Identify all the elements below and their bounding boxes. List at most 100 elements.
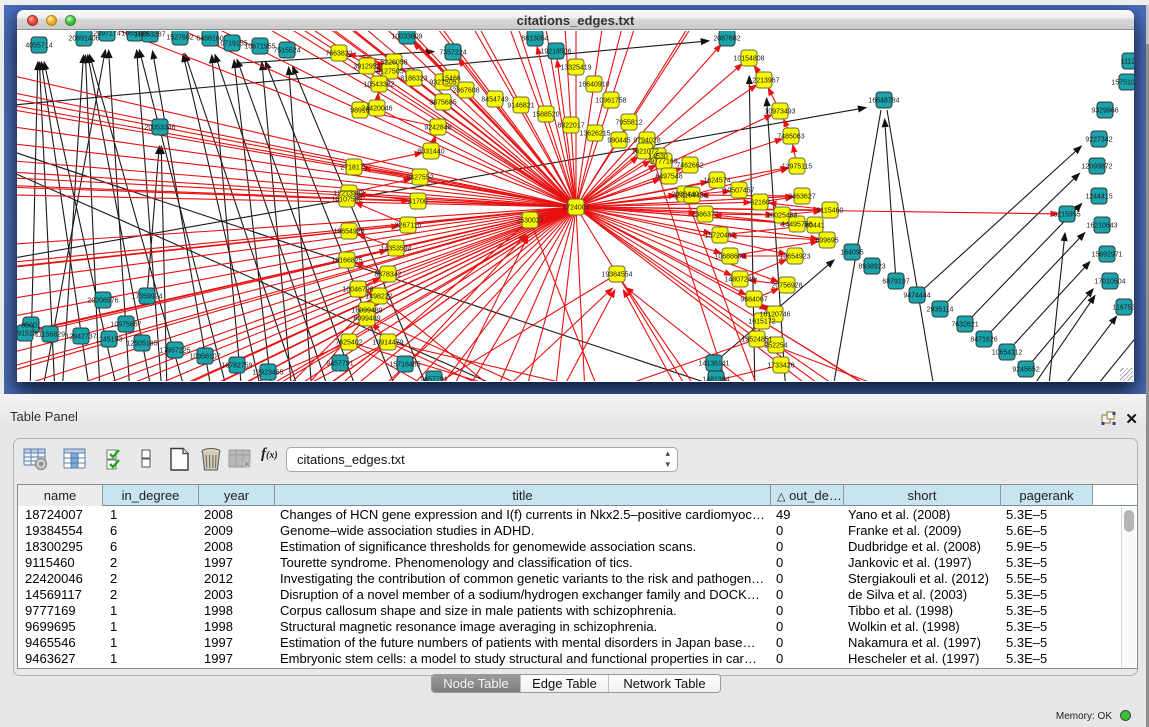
svg-text:15751074: 15751074 <box>1111 80 1134 87</box>
svg-text:14136141: 14136141 <box>698 361 729 368</box>
svg-text:1498222: 1498222 <box>365 294 392 301</box>
svg-text:10671955: 10671955 <box>244 44 275 51</box>
svg-text:9127505: 9127505 <box>376 69 403 76</box>
svg-text:699695: 699695 <box>815 238 838 245</box>
svg-text:10719155: 10719155 <box>216 41 247 48</box>
svg-text:1733426: 1733426 <box>767 363 794 370</box>
svg-text:3875685: 3875685 <box>429 100 456 107</box>
svg-text:6099489: 6099489 <box>353 316 380 323</box>
svg-text:80441: 80441 <box>805 223 825 230</box>
svg-text:10046798: 10046798 <box>342 287 373 294</box>
svg-text:9427552: 9427552 <box>406 175 433 182</box>
svg-text:20053346: 20053346 <box>144 125 175 132</box>
svg-text:11123: 11123 <box>1121 59 1134 66</box>
svg-text:10958107: 10958107 <box>189 354 220 361</box>
svg-text:11156829: 11156829 <box>35 332 65 339</box>
svg-text:1724007: 1724007 <box>562 205 589 212</box>
svg-text:2718179: 2718179 <box>340 165 367 172</box>
svg-text:20756928: 20756928 <box>771 283 802 290</box>
svg-text:1145193: 1145193 <box>96 337 123 344</box>
svg-text:9227342: 9227342 <box>1085 137 1112 144</box>
svg-text:8186323: 8186323 <box>400 76 427 83</box>
svg-text:15692971: 15692971 <box>1091 252 1122 259</box>
svg-text:5226058: 5226058 <box>380 60 407 67</box>
svg-text:10961758: 10961758 <box>595 98 626 105</box>
svg-text:7462662: 7462662 <box>676 163 703 170</box>
svg-text:16099489: 16099489 <box>351 308 382 315</box>
svg-text:7357224: 7357224 <box>439 50 466 57</box>
svg-text:1624574: 1624574 <box>703 178 730 185</box>
svg-text:16648784: 16648784 <box>868 98 899 105</box>
svg-text:10507457: 10507457 <box>723 188 754 195</box>
svg-text:15466: 15466 <box>441 76 461 83</box>
svg-text:10025488: 10025488 <box>766 213 797 220</box>
svg-text:16782759: 16782759 <box>221 363 252 370</box>
svg-text:8031440: 8031440 <box>417 149 444 156</box>
svg-text:3267110: 3267110 <box>395 223 422 230</box>
svg-text:17359924: 17359924 <box>131 294 162 301</box>
svg-text:62160: 62160 <box>750 200 770 207</box>
svg-text:12942737: 12942737 <box>65 334 96 341</box>
svg-text:16914479: 16914479 <box>372 340 403 347</box>
svg-text:13654923: 13654923 <box>779 254 810 261</box>
svg-text:2386372: 2386372 <box>691 212 718 219</box>
svg-text:12093872: 12093872 <box>1081 164 1112 171</box>
svg-text:14807249: 14807249 <box>724 277 755 284</box>
svg-text:2530027: 2530027 <box>516 218 543 225</box>
svg-text:20206576: 20206576 <box>87 298 118 305</box>
svg-text:19166825: 19166825 <box>331 258 362 265</box>
svg-text:8878342: 8878342 <box>374 272 401 279</box>
svg-text:98916: 98916 <box>350 108 370 115</box>
svg-text:2087682: 2087682 <box>713 36 740 43</box>
svg-text:2097174: 2097174 <box>93 31 120 38</box>
svg-text:10653287: 10653287 <box>134 32 165 39</box>
svg-text:14353594: 14353594 <box>380 246 411 253</box>
svg-text:9777169: 9777169 <box>650 159 677 166</box>
svg-text:41700: 41700 <box>408 199 428 206</box>
svg-text:17957225: 17957225 <box>159 348 190 355</box>
svg-text:8813054: 8813054 <box>521 36 548 43</box>
svg-text:9474444: 9474444 <box>903 293 930 300</box>
svg-text:19384554: 19384554 <box>601 272 632 279</box>
svg-text:7955812: 7955812 <box>615 120 642 127</box>
svg-text:7632621: 7632621 <box>951 322 978 329</box>
svg-text:10033809: 10033809 <box>391 34 422 41</box>
svg-text:12923465: 12923465 <box>252 370 283 377</box>
svg-text:10154808: 10154808 <box>733 56 764 63</box>
svg-text:19654925: 19654925 <box>333 229 364 236</box>
svg-text:16120746: 16120746 <box>759 312 790 319</box>
svg-text:1481364: 1481364 <box>702 377 729 382</box>
svg-text:17010504: 17010504 <box>1094 279 1125 286</box>
svg-text:7663822: 7663822 <box>325 51 352 58</box>
svg-text:7625402: 7625402 <box>335 340 362 347</box>
svg-text:13975115: 13975115 <box>782 164 813 171</box>
svg-text:1244415: 1244415 <box>1085 194 1112 201</box>
svg-text:85001: 85001 <box>21 323 41 330</box>
svg-text:20164436: 20164436 <box>676 193 707 200</box>
svg-text:990445: 990445 <box>607 138 630 145</box>
svg-text:9794028: 9794028 <box>633 138 660 145</box>
svg-text:8454749: 8454749 <box>481 97 508 104</box>
svg-text:7515524: 7515524 <box>273 48 300 55</box>
svg-text:9684067: 9684067 <box>740 297 767 304</box>
svg-text:8471626: 8471626 <box>970 337 997 344</box>
svg-text:2867608: 2867608 <box>452 88 479 95</box>
svg-text:3215955: 3215955 <box>1053 212 1080 219</box>
svg-text:12505185: 12505185 <box>126 341 157 348</box>
svg-text:7485063: 7485063 <box>777 134 804 141</box>
svg-text:9146821: 9146821 <box>507 103 534 110</box>
svg-text:9115460: 9115460 <box>817 208 844 215</box>
svg-text:9657791: 9657791 <box>420 377 447 382</box>
svg-text:6497548: 6497548 <box>655 174 682 181</box>
svg-text:9457791: 9457791 <box>326 361 353 368</box>
svg-text:10688609: 10688609 <box>714 254 745 261</box>
svg-text:13626215: 13626215 <box>579 131 610 138</box>
svg-text:13325419: 13325419 <box>560 65 591 72</box>
svg-text:19218506: 19218506 <box>540 49 571 56</box>
svg-text:10973493: 10973493 <box>764 109 795 116</box>
svg-text:12213967: 12213967 <box>748 78 779 85</box>
svg-text:1527602: 1527602 <box>166 35 193 42</box>
svg-text:9245652: 9245652 <box>1012 367 1039 374</box>
svg-text:9463627: 9463627 <box>788 194 815 201</box>
svg-text:1615172: 1615172 <box>748 319 775 326</box>
